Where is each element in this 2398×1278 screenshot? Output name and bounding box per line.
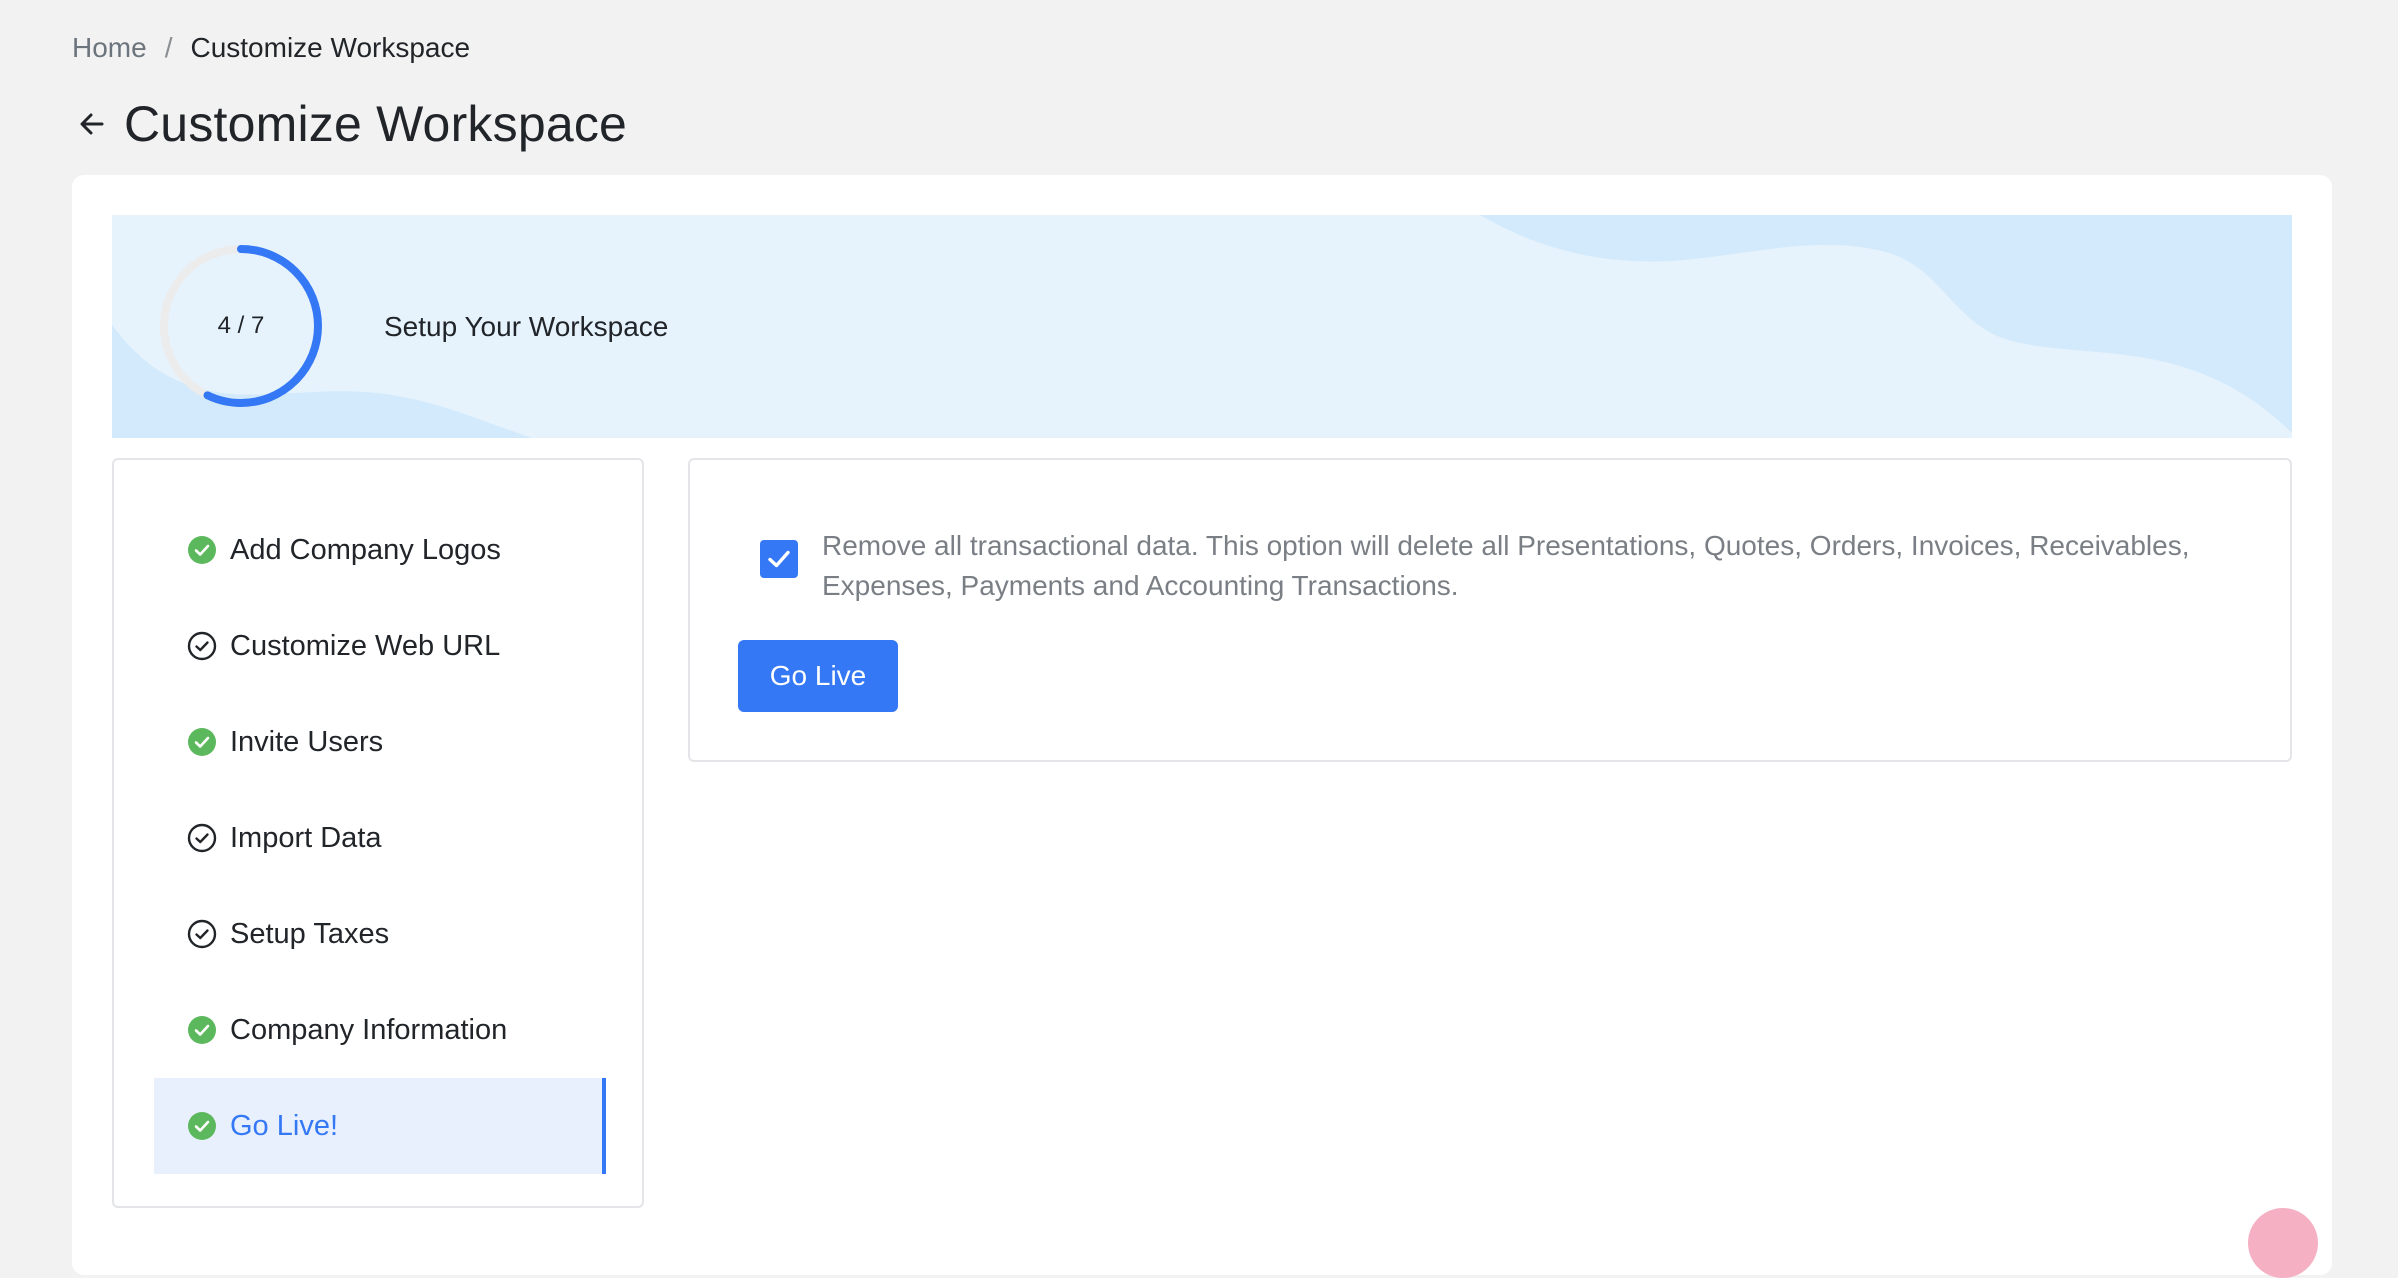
check-circle-filled-icon [186,1110,218,1142]
banner-title: Setup Your Workspace [384,311,669,342]
step-label: Setup Taxes [230,917,390,950]
checkmark-icon [768,550,790,568]
go-live-button[interactable]: Go Live [738,640,898,712]
page-header: Customize Workspace [72,92,627,156]
remove-data-checkbox[interactable] [760,540,798,578]
step-add-company-logos[interactable]: Add Company Logos [154,502,606,598]
workspace-card: 4 / 7 Setup Your Workspace Add Company L… [72,175,2332,1275]
page-title: Customize Workspace [124,96,628,152]
arrow-left-icon[interactable] [72,104,112,144]
go-live-panel: Remove all transactional data. This opti… [688,458,2292,762]
step-setup-taxes[interactable]: Setup Taxes [154,886,606,982]
progress-ring: 4 / 7 [156,241,326,411]
check-circle-filled-icon [186,1014,218,1046]
step-label: Import Data [230,821,382,854]
step-import-data[interactable]: Import Data [154,790,606,886]
check-circle-outline-icon [186,822,218,854]
step-label: Go Live! [230,1109,338,1142]
breadcrumb-home-link[interactable]: Home [72,30,147,66]
remove-data-label: Remove all transactional data. This opti… [822,530,2190,601]
check-circle-filled-icon [186,534,218,566]
progress-text: 4 / 7 [217,312,265,339]
breadcrumb-current: Customize Workspace [190,32,471,63]
breadcrumb-separator: / [164,32,173,63]
check-circle-outline-icon [186,630,218,662]
breadcrumb: Home / Customize Workspace [72,30,470,66]
step-label: Company Information [230,1013,508,1046]
check-circle-filled-icon [186,726,218,758]
step-label: Add Company Logos [230,533,501,566]
step-customize-web-url[interactable]: Customize Web URL [154,598,606,694]
steps-panel: Add Company Logos Customize Web URL Invi… [112,458,644,1208]
chat-widget-icon[interactable] [2248,1208,2318,1278]
check-circle-outline-icon [186,918,218,950]
step-label: Invite Users [230,725,384,758]
step-company-information[interactable]: Company Information [154,982,606,1078]
step-invite-users[interactable]: Invite Users [154,694,606,790]
step-go-live[interactable]: Go Live! [154,1078,606,1174]
step-label: Customize Web URL [230,629,501,662]
setup-banner: 4 / 7 Setup Your Workspace [112,215,2292,438]
